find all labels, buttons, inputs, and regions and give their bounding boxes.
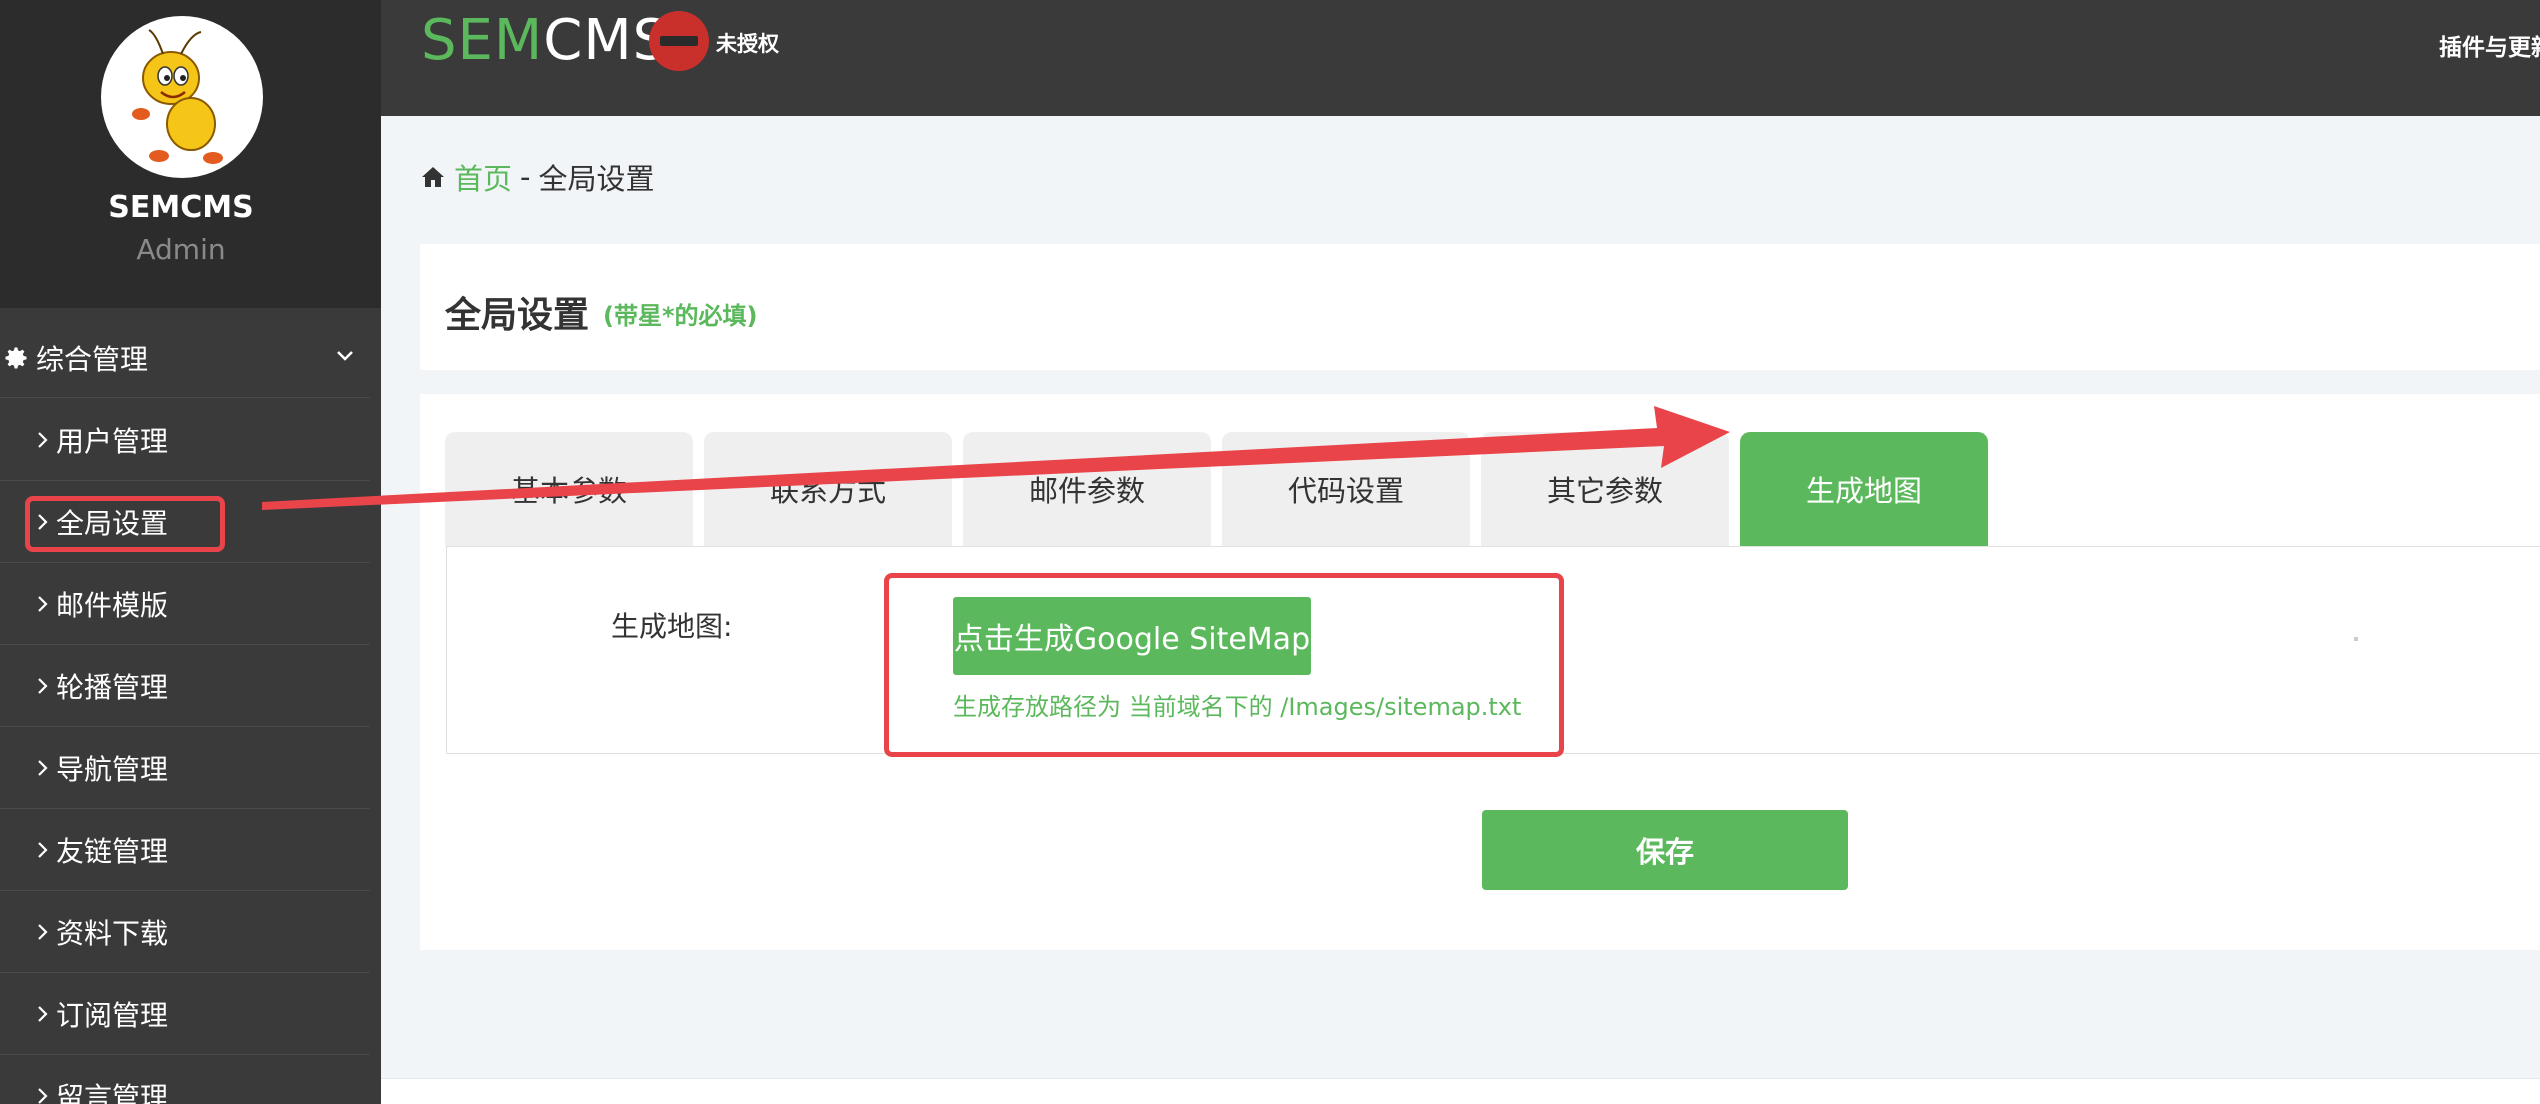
tab-code-settings[interactable]: 代码设置 <box>1222 432 1470 546</box>
sidebar-item-links[interactable]: 友链管理 <box>0 809 370 891</box>
chevron-right-icon <box>38 595 48 612</box>
chevron-down-icon <box>337 351 353 361</box>
chevron-right-icon <box>38 1005 48 1022</box>
sidebar-item-label: 导航管理 <box>56 752 169 786</box>
save-button[interactable]: 保存 <box>1482 810 1848 890</box>
breadcrumb: 首页 - 全局设置 <box>420 156 655 198</box>
page-title: 全局设置 <box>445 295 590 336</box>
sidebar: SEMCMS Admin 综合管理 用户管理 全局设置 邮件模版 轮播管理 导航… <box>0 0 381 1104</box>
annotation-highlight-sitemap <box>884 573 1564 757</box>
sidebar-item-carousel[interactable]: 轮播管理 <box>0 645 370 727</box>
sidebar-item-label: 用户管理 <box>56 424 169 458</box>
sidebar-item-label: 订阅管理 <box>56 998 169 1032</box>
no-entry-icon <box>649 11 709 71</box>
menu-section-general[interactable]: 综合管理 <box>0 318 370 398</box>
profile-panel: SEMCMS Admin <box>0 0 381 308</box>
logo-sem: SEM <box>421 8 544 73</box>
divider-dot <box>2354 637 2358 641</box>
chevron-right-icon <box>38 841 48 858</box>
breadcrumb-current: 全局设置 <box>538 162 655 196</box>
avatar <box>101 16 263 178</box>
required-hint: (带星*的必填) <box>603 302 758 330</box>
tab-contact-info[interactable]: 联系方式 <box>704 432 952 546</box>
top-header: SEMCMS 未授权 插件与更新 <box>381 0 2540 116</box>
tab-basic-params[interactable]: 基本参数 <box>445 432 693 546</box>
menu-section-label: 综合管理 <box>36 342 149 376</box>
brand-name: SEMCMS <box>108 190 254 225</box>
tab-label: 邮件参数 <box>1028 474 1145 508</box>
chevron-right-icon <box>38 1087 48 1104</box>
chevron-right-icon <box>38 431 48 448</box>
tab-email-params[interactable]: 邮件参数 <box>963 432 1211 546</box>
title-card: 全局设置 (带星*的必填) <box>420 244 2540 370</box>
tab-label: 联系方式 <box>769 474 886 508</box>
sidebar-item-navigation[interactable]: 导航管理 <box>0 727 370 809</box>
chevron-right-icon <box>38 759 48 776</box>
chevron-right-icon <box>38 923 48 940</box>
tab-label: 代码设置 <box>1287 474 1404 508</box>
tab-other-params[interactable]: 其它参数 <box>1481 432 1729 546</box>
license-status: 未授权 <box>716 32 779 56</box>
sidebar-item-label: 友链管理 <box>56 834 169 868</box>
ant-mascot-icon <box>132 29 223 164</box>
home-icon <box>422 167 444 187</box>
tab-generate-sitemap[interactable]: 生成地图 <box>1740 432 1988 546</box>
logo[interactable]: SEMCMS <box>421 8 669 73</box>
tab-label: 生成地图 <box>1805 474 1922 508</box>
plugins-updates-link[interactable]: 插件与更新 <box>2439 28 2540 62</box>
sitemap-field-label: 生成地图: <box>611 610 733 643</box>
tab-label: 其它参数 <box>1546 474 1663 508</box>
gear-icon <box>5 347 27 368</box>
sidebar-item-label: 轮播管理 <box>56 670 169 704</box>
sidebar-item-email-templates[interactable]: 邮件模版 <box>0 563 370 645</box>
sidebar-item-messages[interactable]: 留言管理 <box>0 1055 370 1104</box>
sidebar-item-users[interactable]: 用户管理 <box>0 399 370 481</box>
user-role: Admin <box>136 233 226 266</box>
sidebar-item-label: 邮件模版 <box>56 588 169 622</box>
breadcrumb-home-link[interactable]: 首页 <box>454 156 512 198</box>
sidebar-item-label: 资料下载 <box>56 916 169 950</box>
annotation-highlight-sidebar <box>25 496 225 552</box>
tab-label: 基本参数 <box>510 474 627 508</box>
sidebar-item-downloads[interactable]: 资料下载 <box>0 891 370 973</box>
sidebar-item-subscriptions[interactable]: 订阅管理 <box>0 973 370 1055</box>
breadcrumb-separator: - <box>520 160 531 194</box>
sidebar-item-label: 留言管理 <box>56 1080 169 1104</box>
footer-strip <box>381 1078 2540 1104</box>
chevron-right-icon <box>38 677 48 694</box>
